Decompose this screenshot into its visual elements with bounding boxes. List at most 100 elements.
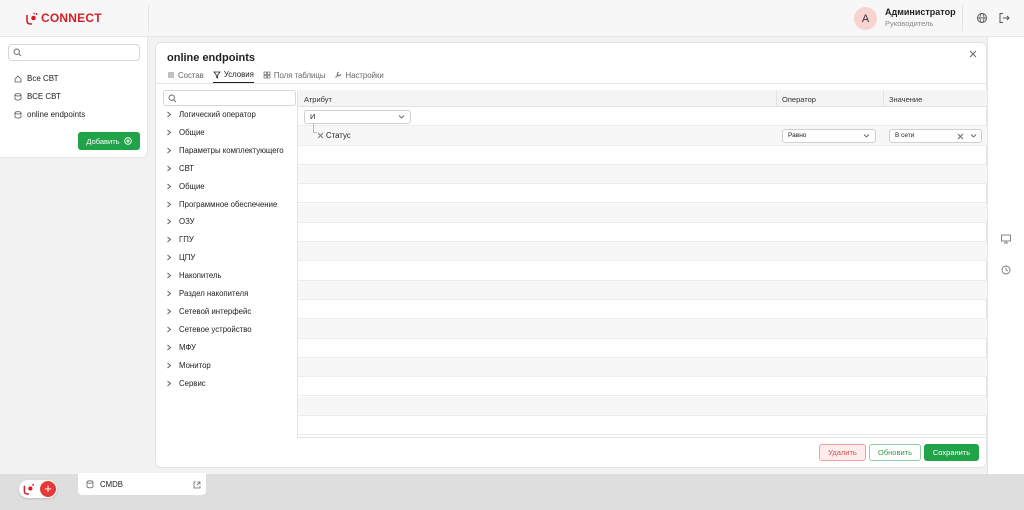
remove-condition-icon[interactable] <box>317 132 324 139</box>
clear-icon[interactable] <box>957 133 964 140</box>
grid-icon <box>263 71 271 79</box>
logo-text: CONNECT <box>41 11 102 25</box>
add-button[interactable]: Добавить <box>78 132 140 150</box>
tree-item[interactable]: Раздел накопителя <box>166 289 248 298</box>
chevron-right-icon <box>167 201 172 207</box>
tab-settings[interactable]: Настройки <box>334 69 384 83</box>
app-launcher[interactable]: + <box>19 480 57 498</box>
tab-divider <box>156 83 988 84</box>
monitor-icon[interactable] <box>1000 233 1012 245</box>
sidebar-item-label: online endpoints <box>27 110 86 119</box>
tab-label: Настройки <box>345 70 384 80</box>
chevron-right-icon <box>167 290 172 297</box>
tree-item[interactable]: Монитор <box>166 361 211 370</box>
close-icon[interactable] <box>967 48 979 60</box>
header-divider <box>962 5 963 31</box>
user-name[interactable]: Администратор <box>885 7 956 17</box>
logic-operator-select[interactable]: И <box>304 110 411 124</box>
logo[interactable]: CONNECT <box>26 11 102 25</box>
column-divider[interactable] <box>776 90 777 107</box>
taskbar-tab-cmdb[interactable]: CMDB <box>78 473 206 495</box>
sidebar-item-label: ВСЕ СВТ <box>27 92 61 101</box>
update-button[interactable]: Обновить <box>869 444 921 461</box>
sidebar-item-label: Все СВТ <box>27 74 59 83</box>
operator-select[interactable]: Равно <box>782 129 876 143</box>
grid-row <box>298 223 988 243</box>
query-editor-modal: online endpoints Состав Условия Поля таб… <box>155 42 988 468</box>
chevron-right-icon <box>167 165 172 172</box>
tab-label: Поля таблицы <box>273 70 326 80</box>
chevron-down-icon <box>398 115 405 119</box>
avatar[interactable]: A <box>854 7 877 30</box>
tree-item[interactable]: ОЗУ <box>166 217 195 226</box>
tree-item-label: ГПУ <box>179 235 194 245</box>
grid-row <box>298 377 988 397</box>
tab-conditions[interactable]: Условия <box>212 69 254 83</box>
tree-item[interactable]: Накопитель <box>166 271 222 280</box>
tree-item[interactable]: Общие <box>166 128 205 137</box>
save-button[interactable]: Сохранить <box>924 444 979 461</box>
tree-item-label: Раздел накопителя <box>179 289 249 298</box>
tree-item-label: ЦПУ <box>179 253 196 263</box>
grid-row <box>298 164 988 185</box>
database-icon <box>14 92 22 100</box>
grid-row <box>298 300 988 320</box>
search-icon <box>13 48 22 57</box>
history-icon[interactable] <box>1000 264 1012 276</box>
tree-item[interactable]: СВТ <box>166 164 194 173</box>
chevron-right-icon <box>167 308 172 315</box>
chevron-right-icon <box>167 147 172 154</box>
tree-item-label: МФУ <box>179 342 196 352</box>
column-divider[interactable] <box>883 90 884 107</box>
tree-item[interactable]: Программное обеспечение <box>166 200 277 209</box>
column-header-operator: Оператор <box>782 95 816 104</box>
tree-item-label: Программное обеспечение <box>179 199 278 209</box>
delete-button[interactable]: Удалить <box>819 444 866 461</box>
chevron-right-icon <box>167 129 172 136</box>
wrench-icon <box>335 71 342 78</box>
grid-row <box>298 261 988 281</box>
globe-icon[interactable] <box>975 11 989 25</box>
grid-row <box>298 203 988 223</box>
user-role: Руководитель <box>885 19 934 28</box>
chevron-right-icon <box>167 111 172 118</box>
tree-item[interactable]: ГПУ <box>166 235 194 244</box>
tree-item[interactable]: Общие <box>166 182 205 191</box>
taskbar-tab-label: CMDB <box>100 480 123 489</box>
tree-item[interactable]: Логический оператор <box>166 110 256 119</box>
tree-item-label: СВТ <box>179 163 195 173</box>
grid-row <box>298 146 988 165</box>
tree-item-label: Накопитель <box>179 271 222 281</box>
operator-value: Равно <box>788 132 807 139</box>
chevron-right-icon <box>167 272 172 279</box>
modal-title: online endpoints <box>167 52 255 64</box>
sidebar-item-online-endpoints[interactable]: online endpoints <box>14 110 85 119</box>
sidebar-item-all-svt-upper[interactable]: ВСЕ СВТ <box>14 92 61 101</box>
plus-circle-icon <box>123 137 132 145</box>
tree-item-label: Сетевой интерфейс <box>179 306 252 316</box>
external-link-icon[interactable] <box>193 481 201 489</box>
new-tab-button[interactable]: + <box>40 481 56 497</box>
database-icon <box>14 110 22 118</box>
tab-label: Состав <box>178 70 204 80</box>
column-header-value: Значение <box>889 95 923 104</box>
value-select[interactable]: В сети <box>889 129 982 143</box>
sidebar-item-all-svt[interactable]: Все СВТ <box>14 74 58 83</box>
attribute-search-input[interactable] <box>163 90 296 106</box>
header-divider <box>148 5 149 31</box>
tab-composition[interactable]: Состав <box>167 69 204 83</box>
grid-row <box>298 280 988 300</box>
tab-table-fields[interactable]: Поля таблицы <box>263 69 326 83</box>
column-header-attribute: Атрибут <box>304 95 332 104</box>
sidebar-search-input[interactable] <box>8 44 140 61</box>
tree-item[interactable]: Параметры комплектующего <box>166 146 284 155</box>
tree-item-label: Общие <box>179 127 205 137</box>
tree-item[interactable]: Сетевое устройство <box>166 325 252 334</box>
tree-item-label: Сервис <box>179 378 206 388</box>
tree-item[interactable]: МФУ <box>166 343 196 352</box>
logout-icon[interactable] <box>997 11 1011 25</box>
tree-item[interactable]: Сервис <box>166 379 206 388</box>
grid-row <box>298 126 988 146</box>
tree-item[interactable]: ЦПУ <box>166 253 195 262</box>
tree-item[interactable]: Сетевой интерфейс <box>166 307 251 316</box>
